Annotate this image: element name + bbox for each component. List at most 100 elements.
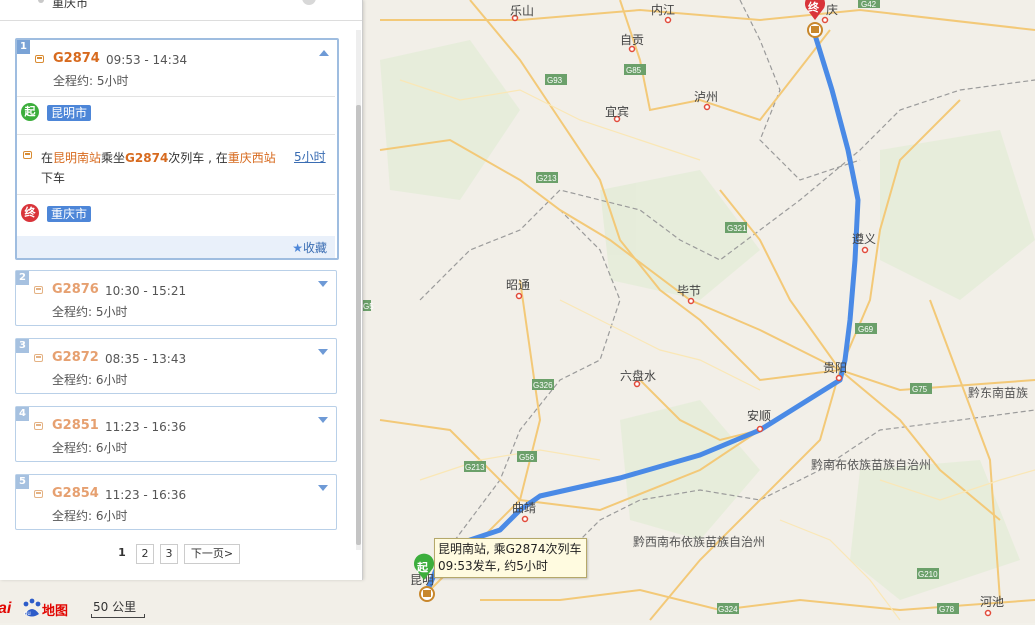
train-duration: 全程约: 5小时 — [53, 74, 129, 88]
hw-label: G324 — [718, 605, 738, 614]
end-badge-icon: 终 — [21, 204, 39, 222]
city-label: 乐山 — [510, 4, 534, 18]
hw-label: G85 — [626, 66, 642, 75]
city-label: 河池 — [980, 595, 1004, 609]
train-number: G2851 — [52, 418, 99, 433]
hw-label: G210 — [918, 570, 938, 579]
step-train: G2874 — [125, 151, 169, 165]
svg-text:ai: ai — [0, 600, 12, 617]
logo-text: 地图 — [42, 604, 69, 619]
card-footer: ★收藏 — [17, 236, 335, 258]
route-tooltip: 昆明南站, 乘G2874次列车 09:53发车, 约5小时 — [434, 538, 587, 578]
map-scale: 50 公里 — [91, 598, 145, 618]
end-marker-text: 终 — [808, 0, 820, 14]
expand-chevron-icon[interactable] — [318, 417, 328, 423]
train-time: 11:23 - 16:36 — [105, 420, 187, 434]
route-index: 2 — [16, 271, 29, 285]
hw-label: G78 — [939, 605, 955, 614]
page-3-link[interactable]: 3 — [160, 544, 178, 564]
hw-label: G213 — [465, 463, 485, 472]
expand-chevron-icon[interactable] — [318, 281, 328, 287]
hw-label: G75 — [912, 385, 928, 394]
train-icon — [23, 151, 32, 161]
start-marker-text: 起 — [416, 560, 429, 574]
hw-label: G69 — [858, 325, 874, 334]
next-page-link[interactable]: 下一页> — [184, 544, 240, 564]
tooltip-line-2: 09:53发车, 约5小时 — [438, 559, 548, 573]
collect-button[interactable]: ★收藏 — [292, 239, 327, 256]
train-time: 10:30 - 15:21 — [105, 284, 187, 298]
hw-label: G93 — [547, 76, 563, 85]
route-card-3[interactable]: 3 G2872 08:35 - 13:43 全程约: 6小时 — [15, 338, 337, 394]
start-city[interactable]: 昆明市 — [47, 105, 92, 121]
route-card-5[interactable]: 5 G2854 11:23 - 16:36 全程约: 6小时 — [15, 474, 337, 530]
collapse-chevron-icon[interactable] — [319, 50, 329, 56]
city-label: 自贡 — [620, 33, 644, 47]
route-card-4[interactable]: 4 G2851 11:23 - 16:36 全程约: 6小时 — [15, 406, 337, 462]
train-number: G2872 — [52, 350, 99, 365]
destination-bar[interactable]: 重庆市 — [0, 0, 362, 21]
train-icon — [34, 354, 43, 364]
route-index: 3 — [16, 339, 29, 353]
expand-chevron-icon[interactable] — [318, 349, 328, 355]
city-label: 宜宾 — [605, 104, 629, 119]
city-label: 内江 — [651, 3, 675, 17]
train-icon — [34, 422, 43, 432]
svg-text:du: du — [24, 611, 31, 617]
city-label: 安顺 — [747, 408, 771, 423]
train-duration: 全程约: 5小时 — [52, 305, 128, 319]
city-label: 泸州 — [694, 90, 718, 104]
city-label: 遵义 — [852, 231, 876, 246]
destination-text: 重庆市 — [52, 0, 89, 10]
train-duration: 全程约: 6小时 — [52, 373, 128, 387]
region-label: 黔西南布依族苗族自治州 — [633, 534, 765, 549]
step-duration-link[interactable]: 5小时 — [294, 148, 326, 165]
clear-icon[interactable] — [302, 0, 316, 5]
city-label: 贵阳 — [823, 361, 847, 375]
train-number: G2876 — [52, 282, 99, 297]
panel-scrollbar[interactable] — [356, 30, 361, 550]
route-panel: 重庆市 1 G2874 09:53 - 14:34 全程约: 5小时 起 昆明市… — [0, 0, 363, 580]
route-card-1[interactable]: 1 G2874 09:53 - 14:34 全程约: 5小时 起 昆明市 在昆明… — [15, 38, 339, 260]
region-label: 黔东南苗族 — [968, 385, 1028, 400]
region-label: 黔南布依族苗族自治州 — [811, 457, 931, 472]
hw-label: G5 — [363, 302, 374, 311]
end-city[interactable]: 重庆市 — [47, 206, 92, 222]
route-index: 5 — [16, 475, 29, 489]
city-label: 昭通 — [506, 278, 530, 292]
star-icon: ★ — [292, 241, 303, 255]
city-label: 六盘水 — [620, 368, 656, 383]
route-card-2[interactable]: 2 G2876 10:30 - 15:21 全程约: 5小时 — [15, 270, 337, 326]
hw-label: G56 — [519, 453, 535, 462]
train-time: 09:53 - 14:34 — [106, 53, 188, 67]
page-current: 1 — [118, 546, 126, 559]
train-number: G2854 — [52, 486, 99, 501]
train-icon — [35, 55, 44, 65]
route-index: 4 — [16, 407, 29, 421]
city-label: 庆 — [826, 3, 838, 17]
alight-station[interactable]: 重庆西站 — [228, 151, 276, 165]
city-label: 曲靖 — [512, 501, 536, 515]
train-icon — [34, 286, 43, 296]
baidu-logo: ai du 地图 — [0, 594, 90, 622]
expand-chevron-icon[interactable] — [318, 485, 328, 491]
hw-label: G213 — [537, 174, 557, 183]
start-badge-icon: 起 — [21, 103, 39, 121]
train-time: 08:35 - 13:43 — [105, 352, 187, 366]
hw-label: G42 — [861, 0, 877, 9]
train-duration: 全程约: 6小时 — [52, 441, 128, 455]
route-step: 在昆明南站乘坐G2874次列车 , 在重庆西站 下车 — [41, 151, 276, 185]
dot-icon — [38, 0, 44, 3]
tooltip-line-1: 昆明南站, 乘G2874次列车 — [438, 542, 582, 556]
hw-label: G326 — [533, 381, 553, 390]
city-label: 毕节 — [677, 284, 701, 298]
train-icon — [34, 490, 43, 500]
scale-label: 50 公里 — [93, 600, 137, 614]
hw-label: G321 — [727, 224, 747, 233]
page-2-link[interactable]: 2 — [136, 544, 154, 564]
route-index: 1 — [17, 40, 30, 54]
board-station[interactable]: 昆明南站 — [53, 151, 101, 165]
train-number: G2874 — [53, 51, 100, 66]
train-time: 11:23 - 16:36 — [105, 488, 187, 502]
train-duration: 全程约: 6小时 — [52, 509, 128, 523]
